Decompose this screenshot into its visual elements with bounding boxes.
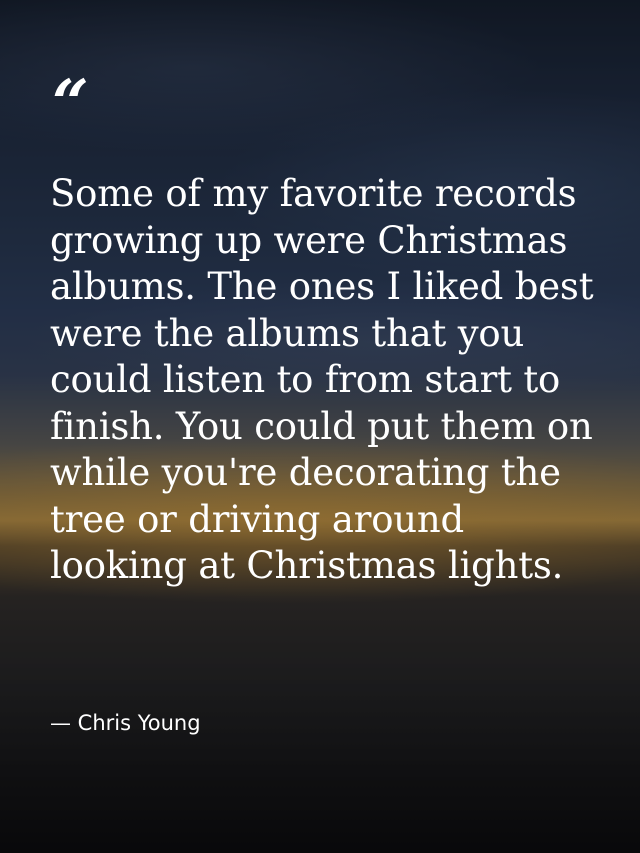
quote-text: Some of my favorite records growing up w… (50, 172, 594, 587)
quote-mark-icon: “ (52, 66, 89, 141)
quote-author: — Chris Young (50, 711, 201, 735)
